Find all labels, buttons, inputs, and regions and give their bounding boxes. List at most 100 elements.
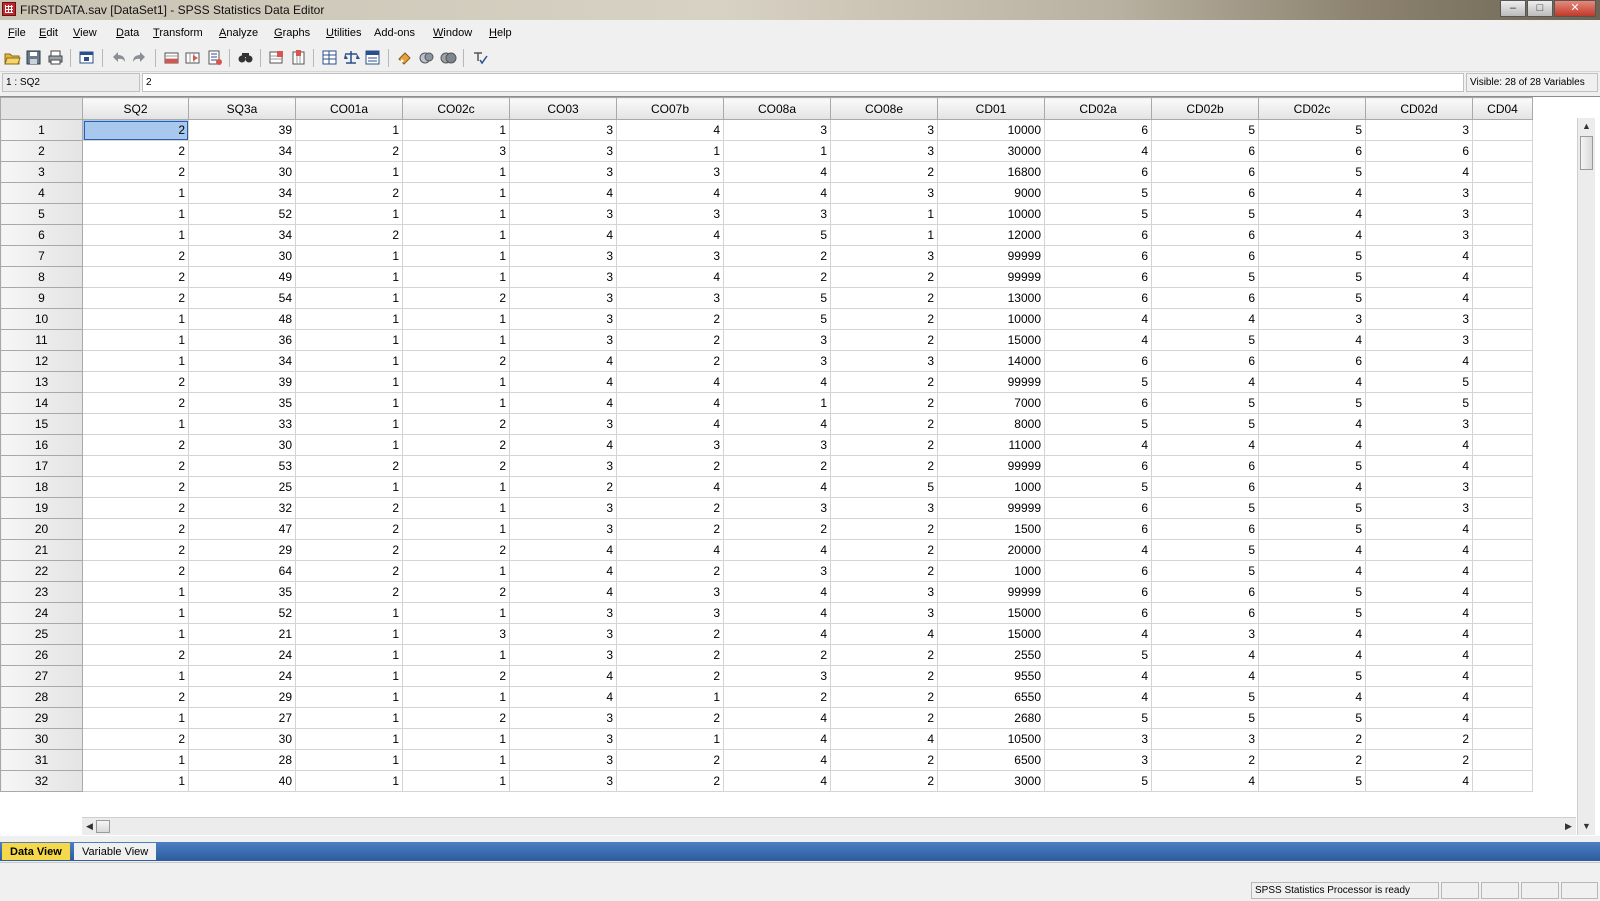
data-cell[interactable]: 1 (616, 728, 724, 750)
data-cell[interactable]: 30 (188, 245, 296, 267)
data-cell[interactable] (1472, 224, 1533, 246)
data-cell[interactable]: 6 (1044, 455, 1152, 477)
data-cell[interactable]: 3 (509, 623, 617, 645)
redo-icon[interactable] (131, 49, 148, 66)
data-cell[interactable]: 1 (830, 224, 938, 246)
data-cell[interactable]: 4 (509, 182, 617, 204)
menu-view[interactable]: View (73, 27, 97, 39)
column-header[interactable]: CD02b (1151, 97, 1259, 120)
data-cell[interactable]: 2 (402, 350, 510, 372)
row-number[interactable]: 18 (0, 476, 83, 498)
data-cell[interactable]: 1 (295, 161, 403, 183)
data-cell[interactable]: 4 (1365, 455, 1473, 477)
data-cell[interactable]: 1 (82, 623, 189, 645)
data-cell[interactable]: 2 (616, 623, 724, 645)
data-cell[interactable]: 4 (616, 119, 724, 141)
data-cell[interactable]: 1 (295, 728, 403, 750)
data-cell[interactable]: 3 (509, 161, 617, 183)
data-cell[interactable]: 1 (295, 203, 403, 225)
data-cell[interactable]: 5 (1258, 707, 1366, 729)
data-cell[interactable]: 2 (295, 518, 403, 540)
data-cell[interactable]: 2680 (937, 707, 1045, 729)
menu-window[interactable]: Window (433, 27, 472, 39)
data-cell[interactable]: 5 (1151, 392, 1259, 414)
data-cell[interactable]: 4 (723, 476, 831, 498)
row-number[interactable]: 20 (0, 518, 83, 540)
row-number[interactable]: 32 (0, 770, 83, 792)
data-cell[interactable]: 3 (509, 308, 617, 330)
data-cell[interactable]: 1 (402, 266, 510, 288)
data-cell[interactable]: 3 (723, 329, 831, 351)
spss-app-icon[interactable] (2, 2, 16, 16)
data-cell[interactable]: 15000 (937, 602, 1045, 624)
data-cell[interactable]: 2 (402, 287, 510, 309)
data-cell[interactable] (1472, 728, 1533, 750)
data-cell[interactable]: 5 (1151, 560, 1259, 582)
data-cell[interactable]: 99999 (937, 581, 1045, 603)
data-cell[interactable]: 2 (830, 749, 938, 771)
data-cell[interactable]: 4 (1151, 770, 1259, 792)
data-cell[interactable]: 1 (402, 329, 510, 351)
menu-graphs[interactable]: Graphs (274, 27, 310, 39)
data-cell[interactable]: 15000 (937, 623, 1045, 645)
data-cell[interactable] (1472, 119, 1533, 141)
data-cell[interactable]: 4 (1044, 308, 1152, 330)
data-cell[interactable]: 64 (188, 560, 296, 582)
data-cell[interactable]: 6 (1044, 161, 1152, 183)
data-cell[interactable]: 2 (402, 434, 510, 456)
data-cell[interactable]: 4 (1365, 434, 1473, 456)
data-cell[interactable]: 6 (1151, 455, 1259, 477)
menu-add-ons[interactable]: Add-ons (374, 27, 415, 39)
data-cell[interactable]: 1 (295, 434, 403, 456)
data-cell[interactable]: 2 (830, 266, 938, 288)
data-cell[interactable]: 1 (295, 245, 403, 267)
data-cell[interactable]: 35 (188, 392, 296, 414)
data-cell[interactable]: 1 (402, 602, 510, 624)
data-cell[interactable]: 2 (830, 161, 938, 183)
data-cell[interactable]: 47 (188, 518, 296, 540)
undo-icon[interactable] (110, 49, 127, 66)
data-cell[interactable]: 3 (616, 287, 724, 309)
data-cell[interactable] (1472, 707, 1533, 729)
data-cell[interactable]: 2 (616, 707, 724, 729)
data-cell[interactable]: 6 (1044, 392, 1152, 414)
data-cell[interactable]: 3 (830, 602, 938, 624)
data-cell[interactable]: 5 (1044, 707, 1152, 729)
data-cell[interactable]: 2 (723, 644, 831, 666)
data-cell[interactable]: 2 (295, 140, 403, 162)
data-cell[interactable]: 4 (1044, 539, 1152, 561)
data-cell[interactable]: 2 (616, 770, 724, 792)
data-cell[interactable]: 5 (1258, 287, 1366, 309)
column-header[interactable]: CO01a (295, 97, 403, 120)
data-cell[interactable]: 1 (295, 665, 403, 687)
menu-data[interactable]: Data (116, 27, 139, 39)
menu-edit[interactable]: Edit (39, 27, 58, 39)
data-cell[interactable]: 24 (188, 644, 296, 666)
data-cell[interactable] (1472, 665, 1533, 687)
data-cell[interactable]: 3 (509, 707, 617, 729)
data-cell[interactable]: 2 (830, 560, 938, 582)
scroll-up-icon[interactable]: ▲ (1580, 120, 1593, 133)
data-cell[interactable]: 1 (402, 644, 510, 666)
data-cell[interactable]: 4 (723, 623, 831, 645)
data-cell[interactable]: 3 (616, 602, 724, 624)
data-cell[interactable]: 5 (1258, 245, 1366, 267)
data-cell[interactable]: 4 (1258, 413, 1366, 435)
data-cell[interactable]: 1 (723, 140, 831, 162)
data-cell[interactable]: 2 (295, 182, 403, 204)
data-cell[interactable]: 1 (295, 602, 403, 624)
data-cell[interactable]: 1 (82, 203, 189, 225)
data-cell[interactable]: 6 (1044, 602, 1152, 624)
column-header[interactable]: CO07b (616, 97, 724, 120)
data-cell[interactable]: 2 (82, 497, 189, 519)
data-cell[interactable]: 3 (1365, 413, 1473, 435)
data-cell[interactable]: 3 (509, 749, 617, 771)
data-cell[interactable]: 6 (1151, 287, 1259, 309)
data-cell[interactable]: 6 (1151, 518, 1259, 540)
data-cell[interactable]: 3 (509, 329, 617, 351)
data-cell[interactable]: 4 (830, 623, 938, 645)
data-cell[interactable]: 6 (1044, 287, 1152, 309)
data-cell[interactable]: 3 (616, 203, 724, 225)
data-cell[interactable]: 6 (1151, 476, 1259, 498)
data-cell[interactable]: 3 (1044, 728, 1152, 750)
